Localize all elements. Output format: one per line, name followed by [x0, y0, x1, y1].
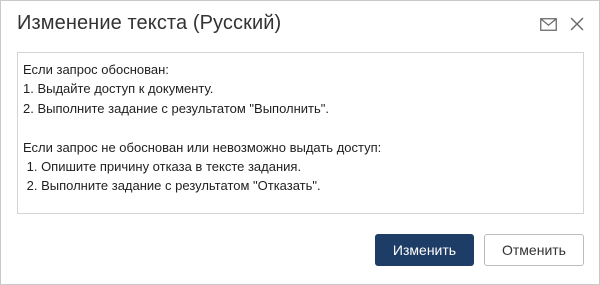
mail-icon[interactable] — [539, 15, 557, 33]
text-editor[interactable]: Если запрос обоснован: 1. Выдайте доступ… — [17, 52, 584, 214]
apply-button[interactable]: Изменить — [375, 234, 474, 266]
edit-text-dialog: Изменение текста (Русский) Если запрос о… — [0, 0, 600, 285]
cancel-button[interactable]: Отменить — [484, 234, 584, 266]
dialog-title: Изменение текста (Русский) — [17, 12, 282, 34]
close-icon[interactable] — [568, 15, 586, 33]
